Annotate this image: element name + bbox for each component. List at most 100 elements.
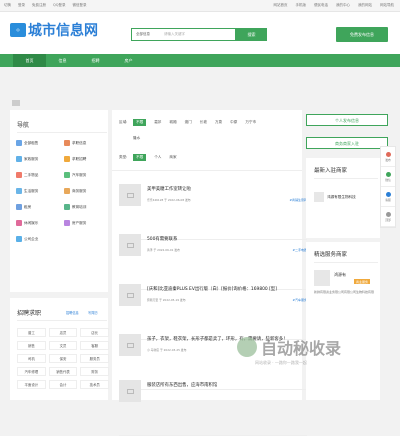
listing-thumbnail[interactable] xyxy=(119,234,141,256)
job-tag[interactable]: 普工 xyxy=(17,328,46,337)
listing-title[interactable]: 500有需要联系 xyxy=(147,236,307,242)
listing-item[interactable]: 美甲美睫工作室转让啦 乐乐446128 于 2022-06-08 发布 #商铺生意转 xyxy=(119,184,307,240)
listing-category[interactable]: #二手电器 xyxy=(292,248,307,252)
my-site-link[interactable]: 我的网站 xyxy=(358,3,372,8)
nav-home[interactable]: 首页 xyxy=(13,54,46,67)
listing-thumbnail[interactable] xyxy=(119,284,141,306)
job-tag[interactable]: 文员 xyxy=(48,341,78,350)
float-item[interactable]: 微信 xyxy=(381,167,395,187)
publish-icon xyxy=(385,151,391,157)
merchant-join-button[interactable]: 商务商家入驻 xyxy=(306,137,388,149)
float-label: 微信 xyxy=(385,177,391,182)
area-option[interactable]: 城厢 xyxy=(169,120,176,125)
type-option[interactable]: 个人 xyxy=(154,155,161,160)
category-label: 商务服务 xyxy=(72,188,87,193)
job-tag[interactable]: 店长 xyxy=(80,328,109,337)
merchant-name: 鸿源有限生物科技 xyxy=(327,194,356,199)
site-logo[interactable]: ◎ 城市信息网 xyxy=(10,20,98,40)
category-item[interactable]: 教育培训 xyxy=(64,204,112,210)
category-item[interactable]: 商务服务 xyxy=(64,188,112,194)
category-item[interactable]: 公司企业 xyxy=(16,236,64,242)
user-center-link[interactable]: 我的中心 xyxy=(336,3,350,8)
phone-link[interactable]: 便民电话 xyxy=(314,3,328,8)
listing-title[interactable]: 美甲美睫工作室转让啦 xyxy=(147,186,307,192)
category-item[interactable]: 家政服务 xyxy=(16,156,64,162)
area-option[interactable]: 长坡 xyxy=(200,120,207,125)
search-button[interactable]: 搜索 xyxy=(236,28,267,41)
category-item[interactable]: 休闲娱乐 xyxy=(16,220,64,226)
logo-text: 城市信息网 xyxy=(28,23,98,39)
site-nav-link[interactable]: 网站导航 xyxy=(380,3,394,8)
mobile-link[interactable]: 手机版 xyxy=(296,3,307,8)
publish-button[interactable]: 免费发布信息 xyxy=(336,27,388,42)
listing-category[interactable]: #商铺生意转 xyxy=(289,198,307,202)
category-item[interactable]: 生活服务 xyxy=(16,188,64,194)
job-tag[interactable]: 店员 xyxy=(48,328,78,337)
job-tag[interactable]: 技术员 xyxy=(80,380,109,389)
featured-desc: 新鲜有限资业务限公司有限公司生物科技有限 xyxy=(314,290,375,294)
featured-name[interactable]: 鸿源有 xyxy=(334,272,346,278)
listing-title[interactable]: 服装店所有东西出售，应海市南积馆 xyxy=(147,382,307,388)
job-tag[interactable]: 保安 xyxy=(48,354,78,363)
category-item[interactable]: 二手物品 xyxy=(16,172,64,178)
wechat-login-link[interactable]: 微信登录 xyxy=(73,3,87,8)
category-item[interactable]: 求职招聘 xyxy=(64,156,112,162)
switch-link[interactable]: 切换 xyxy=(4,3,11,8)
listing-item[interactable]: 500有需要联系 黄泽 于 2022-06-01 发布 #二手电器 xyxy=(119,234,307,290)
search-category-select[interactable]: 全部信息 xyxy=(132,32,164,37)
listing-thumbnail[interactable] xyxy=(119,184,141,206)
job-tag[interactable]: 司机 xyxy=(17,354,46,363)
float-item[interactable]: 客服 xyxy=(381,187,395,207)
publish-person-button[interactable]: 个人发布信息 xyxy=(306,114,388,126)
category-icon xyxy=(64,204,70,210)
category-label: 生活服务 xyxy=(24,188,39,193)
register-link[interactable]: 免费注册 xyxy=(32,3,46,8)
image-icon xyxy=(126,388,134,394)
featured-badge: 商业服务 xyxy=(354,279,371,284)
job-tag[interactable]: 会计 xyxy=(48,380,78,389)
merchant-item[interactable]: 鸿源有限生物科技 xyxy=(314,192,356,202)
float-item[interactable]: 顶部 xyxy=(381,207,395,227)
job-tag[interactable]: 客服 xyxy=(80,341,109,350)
type-option[interactable]: 商家 xyxy=(169,155,176,160)
listing-meta: 黄泽 于 2022-06-01 发布 xyxy=(147,248,180,252)
home-link[interactable]: 网站首页 xyxy=(274,3,288,8)
jobs-link-resume[interactable]: 写简历 xyxy=(88,310,98,315)
listing-thumbnail[interactable] xyxy=(119,334,141,356)
area-option[interactable]: 澳门 xyxy=(185,120,192,125)
qq-login-link[interactable]: QQ登录 xyxy=(53,3,66,8)
type-option[interactable]: 不限 xyxy=(133,154,147,161)
area-option[interactable]: 不限 xyxy=(133,119,147,126)
listing-category[interactable]: #汽车服务 xyxy=(292,298,307,302)
nav-jobs[interactable]: 招聘 xyxy=(79,54,112,67)
area-option-more[interactable]: 隆水 xyxy=(133,136,140,141)
search-input[interactable]: 请输入关键字 xyxy=(164,32,185,37)
category-item[interactable]: 租房 xyxy=(16,204,64,210)
area-option[interactable]: 万宁市 xyxy=(245,120,256,125)
area-option[interactable]: 中原 xyxy=(230,120,237,125)
area-option[interactable]: 嘉祁 xyxy=(154,120,161,125)
category-item[interactable]: 求职信息 xyxy=(64,140,112,146)
listing-item[interactable]: [庆和]比亚迪秦PLUS EV出行版（白）[报价]询价格：169800 [型] 奔… xyxy=(119,284,307,340)
float-item[interactable]: 发布 xyxy=(381,147,395,167)
nav-info[interactable]: 信息 xyxy=(46,54,79,67)
listing-item[interactable]: 服装店所有东西出售，应海市南积馆 xyxy=(119,380,307,436)
jobs-link-info[interactable]: 招聘信息 xyxy=(66,310,79,315)
login-link[interactable]: 登录 xyxy=(18,3,25,8)
nav-property[interactable]: 房产 xyxy=(112,54,145,67)
area-option[interactable]: 万泉 xyxy=(215,120,222,125)
job-tag[interactable]: 平面设计 xyxy=(17,380,46,389)
category-item[interactable]: 全部租售 xyxy=(16,140,64,146)
category-label: 公司企业 xyxy=(24,236,39,241)
job-tag[interactable]: 服务员 xyxy=(80,354,109,363)
job-tag[interactable]: 财务 xyxy=(80,367,109,376)
job-tag[interactable]: 汽车修理 xyxy=(17,367,46,376)
listing-thumbnail[interactable] xyxy=(119,380,141,402)
job-tag[interactable]: 销售 xyxy=(17,341,46,350)
job-tag[interactable]: 销售代表 xyxy=(48,367,78,376)
banner-placeholder xyxy=(12,100,20,106)
listing-title[interactable]: [庆和]比亚迪秦PLUS EV出行版（白）[报价]询价格：169800 [型] xyxy=(147,286,307,292)
category-item[interactable]: 房产服务 xyxy=(64,220,112,226)
category-item[interactable]: 汽车服务 xyxy=(64,172,112,178)
jobs-title: 招聘求职 xyxy=(17,310,42,317)
